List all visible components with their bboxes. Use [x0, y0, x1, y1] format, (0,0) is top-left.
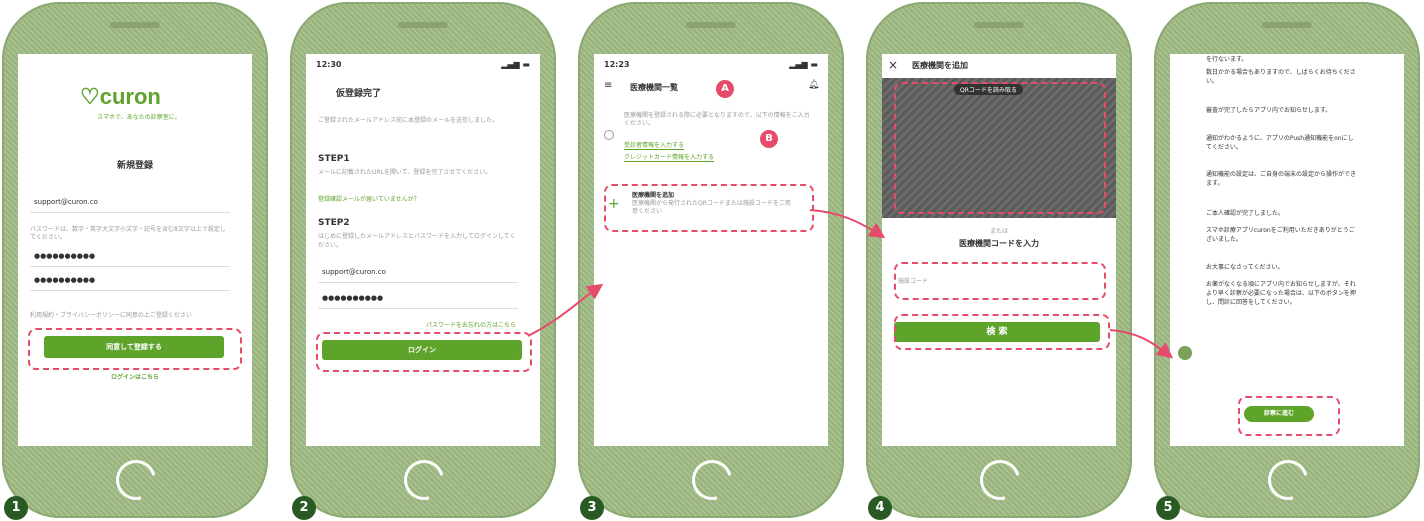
- flow-arrows: [527, 209, 1174, 359]
- arrow-3-to-4: [809, 209, 886, 239]
- arrow-4-to-5: [1109, 329, 1174, 359]
- arrow-2-to-3: [527, 283, 604, 337]
